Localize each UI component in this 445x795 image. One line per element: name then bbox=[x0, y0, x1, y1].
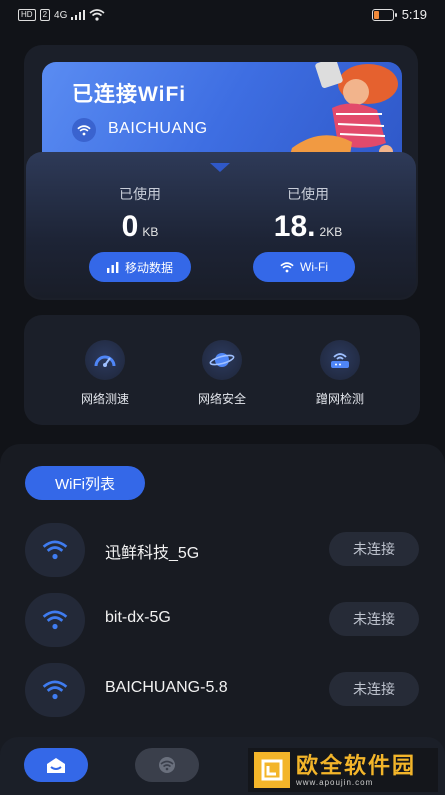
connect-button[interactable]: 未连接 bbox=[329, 672, 419, 706]
hd-indicator: HD bbox=[18, 9, 36, 21]
nav-home-button[interactable] bbox=[24, 748, 88, 782]
mobile-usage-value-row: 0 KB bbox=[65, 210, 215, 244]
wifi-list-tab[interactable]: WiFi列表 bbox=[25, 466, 145, 500]
watermark-url: www.apoujin.com bbox=[296, 777, 374, 787]
tool-speed-test[interactable]: 网络测速 bbox=[50, 340, 160, 407]
mobile-usage-unit: KB bbox=[142, 225, 159, 239]
status-indicators: HD 2 4G bbox=[18, 9, 105, 21]
battery-icon bbox=[371, 8, 397, 21]
status-bar: HD 2 4G 5:19 bbox=[0, 0, 445, 32]
bar-chart-icon bbox=[106, 261, 119, 273]
connect-button[interactable]: 未连接 bbox=[329, 602, 419, 636]
list-item: 迅鲜科技_5G 未连接 bbox=[0, 523, 445, 577]
banner-title: 已连接WiFi bbox=[72, 83, 187, 106]
planet-shield-icon bbox=[202, 340, 242, 380]
wifi-usage-value-row: 18. 2KB bbox=[233, 210, 383, 244]
watermark-emblem bbox=[254, 752, 290, 788]
network-name: 迅鲜科技_5G bbox=[105, 545, 200, 562]
wifi-usage-unit: 2KB bbox=[319, 225, 343, 239]
mobile-data-button[interactable]: 移动数据 bbox=[89, 252, 191, 282]
wifi-icon bbox=[25, 593, 85, 647]
sim-indicator: 2 bbox=[39, 9, 51, 21]
wifi-icon bbox=[72, 118, 96, 142]
wifi-usage: 已使用 18. 2KB bbox=[233, 184, 383, 244]
wifi-icon bbox=[159, 757, 175, 773]
banner-pointer bbox=[210, 163, 230, 172]
tool-intruder-check[interactable]: 蹭网检测 bbox=[285, 340, 395, 407]
wifi-icon bbox=[25, 523, 85, 577]
network-name: bit-dx-5G bbox=[105, 609, 171, 626]
mobile-usage-label: 已使用 bbox=[119, 186, 161, 202]
network-type: 4G bbox=[54, 9, 68, 21]
tool-speed-test-label: 网络测速 bbox=[80, 392, 129, 406]
connected-ssid: BAICHUANG bbox=[108, 120, 208, 137]
router-icon bbox=[320, 340, 360, 380]
tool-intruder-check-label: 蹭网检测 bbox=[315, 392, 364, 406]
wifi-usage-label: 已使用 bbox=[287, 186, 329, 202]
watermark-text: 欧全软件园 www.apoujin.com bbox=[296, 752, 417, 787]
nav-wifi-button[interactable] bbox=[135, 748, 199, 782]
wifi-usage-value: 18. bbox=[273, 210, 316, 243]
wifi-status-icon bbox=[89, 9, 105, 21]
wifi-icon bbox=[25, 663, 85, 717]
mobile-usage-value: 0 bbox=[121, 210, 139, 243]
watermark-title: 欧全软件园 bbox=[296, 752, 417, 778]
network-name: BAICHUANG-5.8 bbox=[105, 679, 228, 696]
list-item: BAICHUANG-5.8 未连接 bbox=[0, 663, 445, 717]
signal-icon bbox=[71, 10, 86, 20]
clock: 5:19 bbox=[401, 7, 427, 22]
wifi-icon bbox=[280, 261, 294, 272]
tool-security-label: 网络安全 bbox=[197, 392, 246, 406]
mobile-data-label: 移动数据 bbox=[124, 260, 173, 275]
speed-gauge-icon bbox=[85, 340, 125, 380]
wifi-data-label: Wi-Fi bbox=[300, 260, 328, 274]
watermark-logo: 欧全软件园 www.apoujin.com bbox=[248, 748, 438, 792]
connect-button[interactable]: 未连接 bbox=[329, 532, 419, 566]
tool-security[interactable]: 网络安全 bbox=[167, 340, 277, 407]
mobile-usage: 已使用 0 KB bbox=[65, 184, 215, 244]
wifi-data-button[interactable]: Wi-Fi bbox=[253, 252, 355, 282]
status-right: 5:19 bbox=[371, 7, 427, 22]
home-icon bbox=[47, 758, 65, 773]
list-item: bit-dx-5G 未连接 bbox=[0, 593, 445, 647]
